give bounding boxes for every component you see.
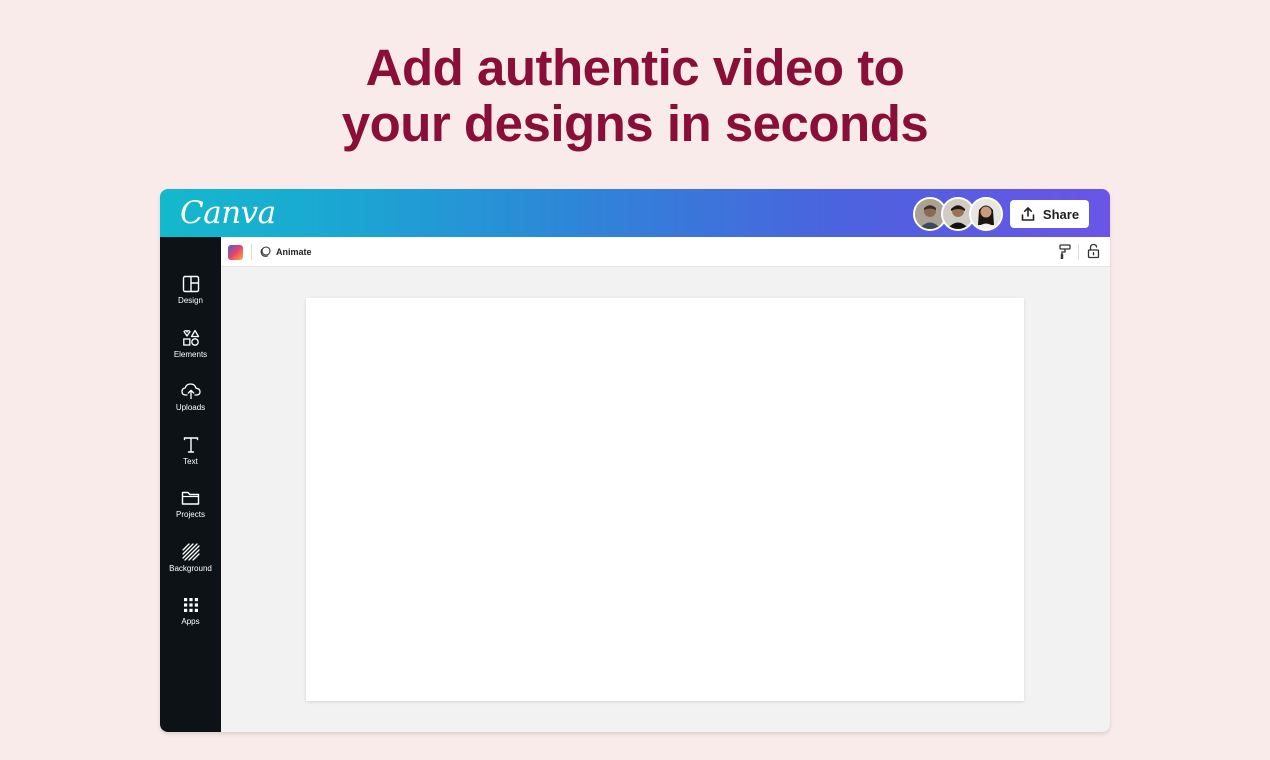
share-label: Share <box>1042 206 1080 222</box>
animate-button[interactable]: Animate <box>259 244 312 260</box>
hatch-icon <box>181 543 200 561</box>
share-upload-icon <box>1021 207 1035 221</box>
design-canvas[interactable] <box>306 298 1024 701</box>
top-bar: Canva Share <box>160 189 1110 237</box>
layout-icon <box>182 275 199 293</box>
animate-label: Animate <box>276 247 312 257</box>
copy-style-paint-roller-icon[interactable] <box>1059 244 1071 260</box>
collaborator-avatar[interactable] <box>969 197 1003 231</box>
sidebar: Design Elements Uploads Text Projects Ba… <box>160 237 221 732</box>
sidebar-label-projects: Projects <box>176 510 205 519</box>
cloud-upload-icon <box>180 383 201 400</box>
sidebar-label-uploads: Uploads <box>175 403 206 412</box>
editor-window: Canva Share Design Elements Uploads Text… <box>160 189 1110 732</box>
headline-line-2: your designs in seconds <box>341 95 929 152</box>
folder-icon <box>181 491 200 505</box>
sidebar-item-uploads[interactable]: Uploads <box>160 382 221 426</box>
canva-logo[interactable]: Canva <box>180 195 276 231</box>
color-swatch-button[interactable] <box>228 245 243 260</box>
editor-toolbar: Animate <box>221 237 1110 267</box>
sidebar-item-text[interactable]: Text <box>160 436 221 480</box>
collaborator-avatars <box>913 197 1009 231</box>
toolbar-divider <box>251 244 252 260</box>
sidebar-item-elements[interactable]: Elements <box>160 329 221 373</box>
grid-icon <box>183 598 198 612</box>
sidebar-label-text: Text <box>183 457 198 466</box>
text-icon <box>183 437 198 453</box>
sidebar-label-background: Background <box>169 564 212 573</box>
animate-icon <box>260 246 271 257</box>
toolbar-divider <box>1078 244 1079 260</box>
sidebar-item-projects[interactable]: Projects <box>160 489 221 533</box>
sidebar-label-design: Design <box>178 296 203 305</box>
sidebar-item-design[interactable]: Design <box>160 275 221 319</box>
headline: Add authentic video to your designs in s… <box>0 40 1270 152</box>
share-button[interactable]: Share <box>1010 200 1089 228</box>
unlock-icon[interactable] <box>1087 243 1100 259</box>
shapes-icon <box>182 329 199 346</box>
sidebar-item-background[interactable]: Background <box>160 543 221 587</box>
sidebar-label-elements: Elements <box>173 350 208 359</box>
sidebar-item-apps[interactable]: Apps <box>160 596 221 640</box>
headline-line-1: Add authentic video to <box>365 39 905 96</box>
sidebar-label-apps: Apps <box>181 617 200 626</box>
